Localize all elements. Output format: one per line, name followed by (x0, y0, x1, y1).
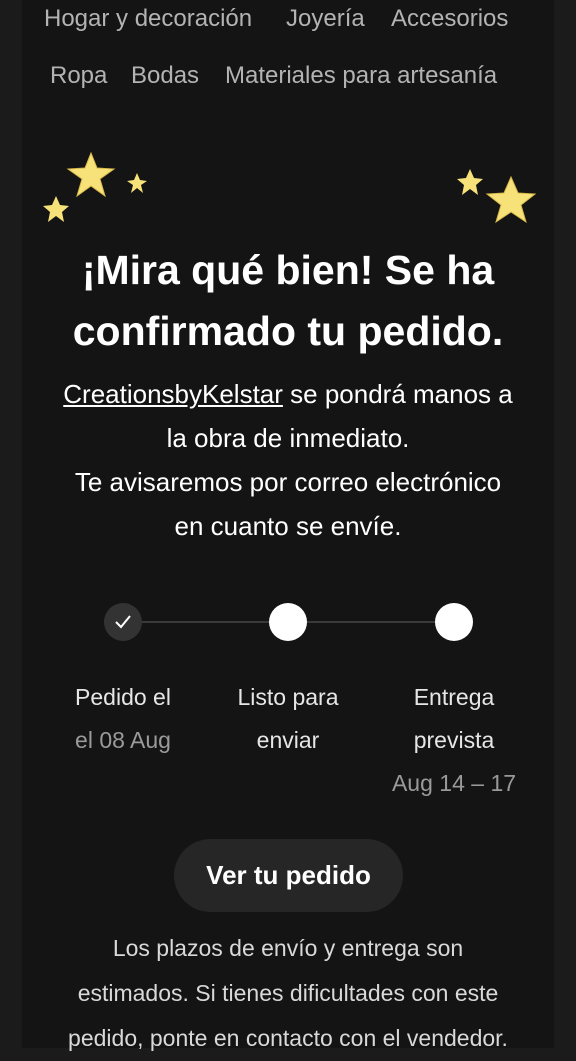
disclaimer-line-2: estimados. Si tienes dificultades con es… (77, 980, 499, 1006)
category-link-home-decor[interactable]: Hogar y decoración (44, 5, 252, 33)
step-ready: Listo para enviar (203, 676, 373, 762)
step-ordered-label: Pedido el (75, 684, 171, 710)
step-ready-label-line-1: Listo para (237, 684, 339, 710)
step-ordered-date: el 08 Aug (75, 727, 171, 753)
sparkle-star-icon (485, 176, 537, 224)
heading-line-1: ¡Mira qué bien! Se ha (81, 247, 495, 293)
step-delivery-date-range: Aug 14 – 17 (391, 770, 517, 796)
step-delivery: Entrega prevista Aug 14 – 17 (369, 676, 539, 805)
step-delivery-label-line-1: Entrega (413, 684, 495, 710)
step-ordered: Pedido el el 08 Aug (38, 676, 208, 762)
message-line-3: Te avisaremos por correo electrónico (74, 467, 502, 497)
seller-shop-link[interactable]: CreationsbyKelstar (63, 379, 283, 409)
shipping-disclaimer: Los plazos de envío y entrega son estima… (22, 926, 554, 1061)
category-link-clothing[interactable]: Ropa (50, 62, 107, 90)
step-ready-indicator (269, 603, 307, 641)
step-delivery-label-line-2: prevista (413, 727, 495, 753)
confirmation-heading: ¡Mira qué bien! Se ha confirmado tu pedi… (22, 240, 554, 362)
view-order-button[interactable]: Ver tu pedido (174, 839, 403, 912)
step-ready-label-line-2: enviar (256, 727, 320, 753)
checkmark-icon (115, 615, 131, 629)
category-link-accessories[interactable]: Accesorios (391, 5, 508, 33)
disclaimer-line-1: Los plazos de envío y entrega son (112, 935, 464, 961)
category-link-craft-supplies[interactable]: Materiales para artesanía (225, 62, 497, 90)
heading-line-2: confirmado tu pedido. (72, 308, 504, 354)
sparkle-star-icon (66, 152, 116, 198)
disclaimer-line-3: pedido, ponte en contacto con el vendedo… (68, 1025, 508, 1051)
category-link-jewelry[interactable]: Joyería (286, 5, 365, 33)
sparkle-star-icon (43, 196, 69, 222)
category-link-weddings[interactable]: Bodas (131, 62, 199, 90)
message-line-1-rest: se pondrá manos a (282, 379, 513, 409)
message-line-2: la obra de inmediato. (166, 423, 410, 453)
step-delivery-indicator (435, 603, 473, 641)
message-line-4: en cuanto se envíe. (174, 511, 402, 541)
sparkle-star-icon (127, 173, 147, 193)
step-ordered-indicator (104, 603, 142, 641)
confirmation-message: CreationsbyKelstar se pondrá manos a la … (22, 372, 554, 548)
sparkle-star-icon (457, 169, 483, 195)
